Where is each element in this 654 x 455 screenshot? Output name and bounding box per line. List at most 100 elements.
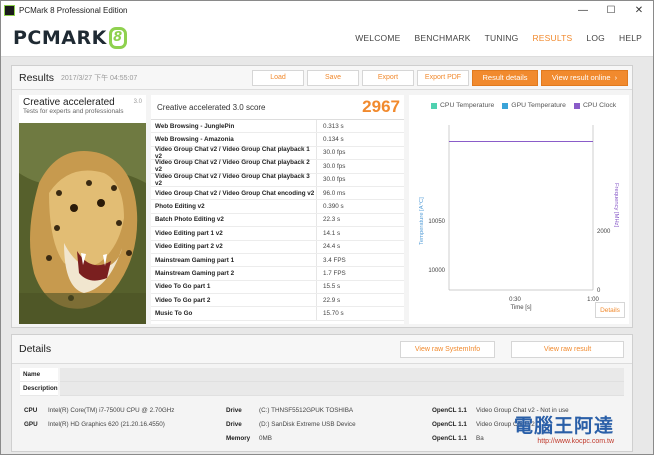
view-online-button[interactable]: View result online › (541, 69, 628, 86)
nav-welcome[interactable]: WELCOME (348, 33, 407, 43)
app-icon (4, 4, 15, 16)
spec-label: OpenCL 1.1 (432, 435, 467, 442)
row-value: 96.0 ms (316, 186, 404, 200)
right-tick: 2000 (597, 229, 611, 235)
chart-details-button[interactable]: Details (595, 302, 625, 318)
score-value: 2967 (362, 97, 400, 116)
chevron-right-icon: › (614, 73, 618, 82)
table-row: Web Browsing - JunglePin 0.313 s (151, 120, 404, 134)
spec-value: Intel(R) Core(TM) i7-7500U CPU @ 2.70GHz (48, 407, 175, 414)
load-button[interactable]: Load (252, 69, 304, 86)
spec-gpu: GPU Intel(R) HD Graphics 620 (21.20.16.45… (24, 418, 165, 431)
description-field[interactable] (60, 382, 624, 396)
row-label: Mainstream Gaming part 2 (155, 269, 235, 277)
minimize-button[interactable]: — (569, 1, 597, 19)
score-table: Creative accelerated 3.0 score 2967 Web … (151, 95, 404, 324)
results-toolbar: Load Save Export Export PDF Result detai… (252, 69, 628, 86)
row-value: 24.4 s (316, 240, 404, 253)
view-raw-result-button[interactable]: View raw result (511, 340, 624, 358)
left-tick: 10050 (428, 219, 445, 225)
spec-memory: Memory 0MB (226, 432, 272, 445)
nav-log[interactable]: LOG (579, 33, 612, 43)
nav-help[interactable]: HELP (612, 33, 649, 43)
spec-value: (C:) THNSF5512GPUK TOSHIBA (259, 407, 354, 414)
app-window: PCMark 8 Professional Edition — ☐ ✕ PCMA… (0, 0, 654, 455)
name-label: Name (20, 368, 58, 382)
details-heading: Details (19, 343, 52, 355)
view-raw-sysinfo-button[interactable]: View raw SystemInfo (400, 340, 495, 358)
row-label: Video Group Chat v2 / Video Group Chat p… (155, 145, 310, 160)
spec-opencl-3: OpenCL 1.1 Ba (432, 432, 484, 445)
description-row: Description (20, 382, 624, 396)
row-value: 15.70 s (316, 307, 404, 320)
x-tick: 0:30 (509, 297, 521, 303)
nav-benchmark[interactable]: BENCHMARK (408, 33, 478, 43)
x-axis-label: Time [s] (510, 305, 531, 311)
row-value: 15.5 s (316, 280, 404, 294)
results-panel: Results 2017/3/27 下午 04:55:07 Load Save … (11, 65, 633, 353)
row-value: 22.9 s (316, 294, 404, 307)
test-card: Creative accelerated 3.0 Tests for exper… (19, 95, 146, 324)
row-label: Video To Go part 2 (155, 296, 211, 304)
test-version: 3.0 (133, 99, 142, 105)
export-pdf-button[interactable]: Export PDF (417, 69, 469, 86)
table-row: Music To Go 15.70 s (151, 307, 404, 321)
test-description: Tests for experts and professionals (23, 108, 124, 115)
table-row: Mainstream Gaming part 2 1.7 FPS (151, 267, 404, 281)
row-value: 3.4 FPS (316, 253, 404, 267)
title-bar: PCMark 8 Professional Edition — ☐ ✕ (1, 1, 653, 19)
export-button[interactable]: Export (362, 69, 414, 86)
close-button[interactable]: ✕ (625, 1, 653, 19)
table-row: Video Group Chat v2 / Video Group Chat e… (151, 186, 404, 201)
table-row: Video To Go part 1 15.5 s (151, 280, 404, 295)
site-watermark: 電腦王阿達 http://www.kocpc.com.tw (514, 411, 614, 445)
maximize-button[interactable]: ☐ (597, 1, 625, 19)
row-label: Music To Go (155, 310, 193, 318)
row-label: Video Editing part 1 v2 (155, 229, 223, 237)
spec-label: OpenCL 1.1 (432, 421, 467, 428)
spec-label: Drive (226, 421, 242, 428)
nav-tuning[interactable]: TUNING (478, 33, 526, 43)
spec-value: Ba (476, 435, 484, 442)
monitoring-chart: Temperature [A°C] Frequency [MHz] 10050 … (419, 125, 619, 311)
spec-drive-1: Drive (C:) THNSF5512GPUK TOSHIBA (226, 404, 353, 417)
leopard-image (19, 123, 146, 324)
result-details-button[interactable]: Result details (472, 69, 538, 86)
name-field[interactable] (60, 368, 624, 382)
row-label: Photo Editing v2 (155, 203, 205, 211)
row-value: 0.390 s (316, 200, 404, 213)
right-axis-label: Frequency [MHz] (613, 183, 619, 228)
spec-value: 0MB (259, 435, 272, 442)
nav-results[interactable]: RESULTS (525, 33, 579, 43)
row-label: Video Group Chat v2 / Video Group Chat p… (155, 172, 310, 187)
left-axis-label: Temperature [A°C] (419, 197, 425, 245)
monitoring-chart-panel: CPU Temperature GPU Temperature CPU Cloc… (409, 95, 629, 353)
table-row: Photo Editing v2 0.390 s (151, 200, 404, 214)
spec-value: Intel(R) HD Graphics 620 (21.20.16.4550) (48, 421, 165, 428)
main-nav: PCMARK 8 WELCOME BENCHMARK TUNING RESULT… (1, 19, 653, 57)
score-label: Creative accelerated 3.0 score (157, 102, 266, 112)
row-label: Video Group Chat v2 / Video Group Chat p… (155, 159, 310, 174)
table-row: Video Group Chat v2 / Video Group Chat p… (151, 172, 404, 187)
table-row: Video To Go part 2 22.9 s (151, 294, 404, 308)
row-label: Video Group Chat v2 / Video Group Chat e… (155, 189, 315, 197)
description-label: Description (20, 382, 58, 396)
row-value: 0.313 s (316, 120, 404, 133)
table-row: Video Group Chat v2 / Video Group Chat p… (151, 145, 404, 161)
row-value: 30.0 fps (316, 160, 404, 173)
table-row: Video Editing part 1 v2 14.1 s (151, 227, 404, 241)
row-label: Video Editing part 2 v2 (155, 243, 223, 251)
save-button[interactable]: Save (307, 69, 359, 86)
results-heading: Results (19, 71, 55, 84)
row-value: 30.0 fps (316, 146, 404, 160)
row-label: Web Browsing - JunglePin (155, 122, 235, 130)
table-row: Video Editing part 2 v2 24.4 s (151, 240, 404, 254)
row-label: Video To Go part 1 (155, 283, 211, 291)
details-header: Details View raw SystemInfo View raw res… (12, 335, 632, 364)
row-value: 14.1 s (316, 227, 404, 240)
table-row: Web Browsing - Amazonia 0.134 s (151, 133, 404, 147)
nav-links: WELCOME BENCHMARK TUNING RESULTS LOG HEL… (348, 33, 649, 43)
spec-value: (D:) SanDisk Extreme USB Device (259, 421, 356, 428)
spec-label: GPU (24, 421, 38, 428)
left-tick: 10000 (428, 268, 445, 274)
